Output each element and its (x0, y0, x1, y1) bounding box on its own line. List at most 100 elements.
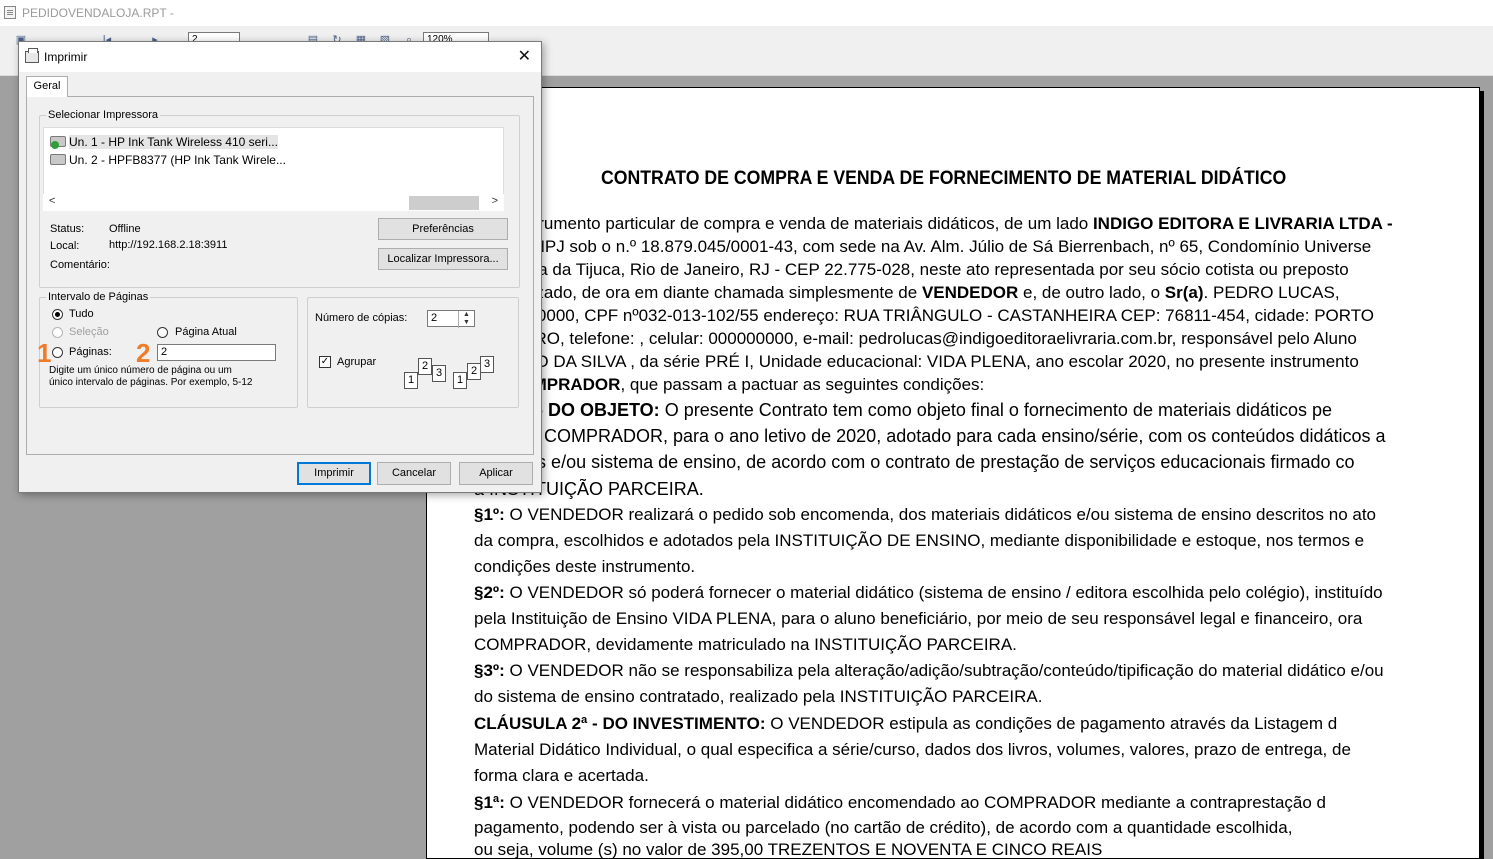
printer-icon (25, 48, 39, 63)
contract-line-text: cionados e/ou sistema de ensino, de acor… (474, 452, 1355, 472)
contract-line: rial, Barra da Tijuca, Rio de Janeiro, R… (474, 260, 1422, 282)
status-label: Status: (50, 223, 85, 235)
printer-item-label: Un. 1 - HP Ink Tank Wireless 410 seri... (69, 135, 278, 149)
contract-line: rio: JOÃO DA SILVA , da série PRÉ I, Uni… (474, 352, 1422, 374)
collate-page-icon: 2 (418, 358, 432, 375)
contract-line-text: ente instrumento particular de compra e … (474, 214, 1093, 233)
contract-line: DOR ao COMPRADOR, para o ano letivo de 2… (474, 426, 1422, 448)
contract-line-bold-text: Sr(a) (1164, 283, 1204, 302)
copies-input[interactable]: 2 ▲ ▼ (427, 310, 475, 328)
printer-item-2[interactable]: Un. 2 - HPFB8377 (HP Ink Tank Wirele... (50, 153, 350, 171)
contract-line: pela Instituição de Ensino VIDA PLENA, p… (474, 609, 1422, 631)
contract-line-text: §1º: (474, 505, 505, 524)
range-pages-radio[interactable] (52, 347, 63, 358)
contract-line-text: O presente Contrato tem como objeto fina… (659, 400, 1333, 420)
location-label: Local: (50, 240, 80, 252)
contract-line-text: pela Instituição de Ensino VIDA PLENA, p… (474, 609, 1363, 628)
find-printer-button[interactable]: Localizar Impressora... (378, 248, 508, 270)
collate-page-icon: 2 (467, 363, 481, 380)
range-selection-radio (52, 327, 63, 338)
location-value: http://192.168.2.18:3911 (109, 239, 228, 251)
contract-line-text: rio: JOÃO DA SILVA , da série PRÉ I, Uni… (474, 352, 1359, 371)
default-check-icon (51, 141, 59, 149)
contract-line-text: COMPRADOR, devidamente matriculado na IN… (474, 635, 1017, 654)
range-all-radio[interactable] (52, 309, 63, 320)
annotation-marker-1: 1 (37, 338, 52, 368)
range-pages-label[interactable]: Páginas: (69, 346, 112, 358)
range-all-label[interactable]: Tudo (69, 308, 94, 320)
range-current-radio[interactable] (157, 327, 168, 338)
contract-line: ente instrumento particular de compra e … (474, 214, 1422, 236)
contract-line-text: §3º: (474, 661, 505, 680)
collate-checkbox[interactable]: ✓ (319, 356, 331, 368)
contract-line: ou seja, volume (s) no valor de 395,00 T… (474, 840, 1422, 859)
contract-line-text: e nº 0000000, CPF nº032-013-102/55 ender… (474, 306, 1375, 325)
range-current-label[interactable]: Página Atual (175, 326, 237, 338)
pages-input[interactable]: 2 (157, 344, 276, 361)
app-titlebar: PEDIDOVENDALOJA.RPT - (0, 0, 1493, 26)
annotation-marker-2: 2 (136, 338, 151, 368)
contract-line-text: DOR ao COMPRADOR, para o ano letivo de 2… (474, 426, 1386, 446)
printer-list-scrollbar[interactable]: < > (43, 194, 504, 211)
contract-line: COMPRADOR, devidamente matriculado na IN… (474, 635, 1422, 657)
collate-page-icon: 3 (480, 356, 494, 373)
contract-line-text: , que passam a pactuar as seguintes cond… (620, 375, 985, 394)
printer-item-1[interactable]: Un. 1 - HP Ink Tank Wireless 410 seri... (50, 135, 350, 153)
preferences-button[interactable]: Preferências (378, 218, 508, 240)
copies-label: Número de cópias: (315, 312, 408, 324)
contract-line-text: rial, Barra da Tijuca, Rio de Janeiro, R… (474, 260, 1349, 279)
collate-page-icon: 1 (404, 372, 418, 389)
contract-line: §2º: O VENDEDOR só poderá fornecer o mat… (474, 583, 1422, 605)
contract-line-text: estado: RO, telefone: , celular: 0000000… (474, 329, 1357, 348)
contract-line-bold-text: VENDEDOR (921, 283, 1019, 302)
contract-line: ita no CNPJ sob o n.º 18.879.045/0001-43… (474, 237, 1422, 259)
contract-line-text: CLÁUSULA 2ª - DO INVESTIMENTO: (474, 714, 766, 733)
scroll-thumb[interactable] (409, 196, 479, 210)
tab-geral[interactable]: Geral (26, 76, 68, 97)
printer-icon (50, 136, 66, 149)
print-dialog: Imprimir ✕ Geral Selecionar Impressora U… (18, 41, 542, 493)
contract-line-bold-text: INDIGO EDITORA E LIVRARIA LTDA - (1092, 214, 1393, 233)
cancel-button[interactable]: Cancelar (377, 462, 451, 485)
scroll-left-icon[interactable]: < (49, 195, 55, 207)
copies-value: 2 (431, 312, 438, 324)
dialog-title: Imprimir (44, 50, 88, 64)
copies-spinner[interactable]: ▲ ▼ (458, 311, 474, 328)
status-value: Offline (109, 223, 141, 235)
contract-line-text: . PEDRO LUCAS, (1203, 283, 1340, 302)
contract-line-text: O VENDEDOR realizará o pedido sob encome… (504, 505, 1377, 524)
contract-line: da compra, escolhidos e adotados pela IN… (474, 531, 1422, 553)
contract-line: forma clara e acertada. (474, 766, 1422, 788)
pages-hint: Digite um único número de página ou um ú… (49, 365, 253, 388)
contract-line-text: O VENDEDOR não se responsabiliza pela al… (504, 661, 1384, 680)
printer-icon (50, 154, 66, 165)
contract-line: estado: RO, telefone: , celular: 0000000… (474, 329, 1422, 351)
apply-button[interactable]: Aplicar (459, 462, 533, 485)
contract-line: §3º: O VENDEDOR não se responsabiliza pe… (474, 661, 1422, 683)
scroll-right-icon[interactable]: > (492, 195, 498, 207)
contract-line-text: e, de outro lado, o (1018, 283, 1165, 302)
close-icon[interactable]: ✕ (518, 46, 531, 66)
contract-line: §1ª: O VENDEDOR fornecerá o material did… (474, 793, 1422, 815)
print-button[interactable]: Imprimir (297, 462, 371, 485)
comment-label: Comentário: (50, 259, 110, 271)
contract-line-text: ou seja, volume (s) no valor de 395,00 T… (474, 840, 1103, 859)
report-page: CONTRATO DE COMPRA E VENDA DE FORNECIMEN… (426, 87, 1480, 859)
printer-item-label: Un. 2 - HPFB8377 (HP Ink Tank Wirele... (69, 153, 286, 167)
collate-page-icon: 3 (432, 365, 446, 382)
contract-line-text: condições deste instrumento. (474, 557, 696, 576)
contract-line: condições deste instrumento. (474, 557, 1422, 579)
contract-line-text: §2º: (474, 583, 505, 602)
contract-line-text: da compra, escolhidos e adotados pela IN… (474, 531, 1365, 550)
collate-label[interactable]: Agrupar (337, 356, 376, 368)
contract-line: do sistema de ensino contratado, realiza… (474, 687, 1422, 709)
report-file-icon (4, 6, 16, 19)
contract-line-text: ita no CNPJ sob o n.º 18.879.045/0001-43… (474, 237, 1372, 256)
contract-line-text: Material Didático Individual, o qual esp… (474, 740, 1351, 759)
contract-line: e nº 0000000, CPF nº032-013-102/55 ender… (474, 306, 1422, 328)
range-selection-label: Seleção (69, 326, 109, 338)
contract-line-text: do sistema de ensino contratado, realiza… (474, 687, 1043, 706)
contract-line: §1º: O VENDEDOR realizará o pedido sob e… (474, 505, 1422, 527)
contract-line: te autorizado, de ora em diante chamada … (474, 283, 1422, 305)
contract-line-text: §1ª: (474, 793, 505, 812)
